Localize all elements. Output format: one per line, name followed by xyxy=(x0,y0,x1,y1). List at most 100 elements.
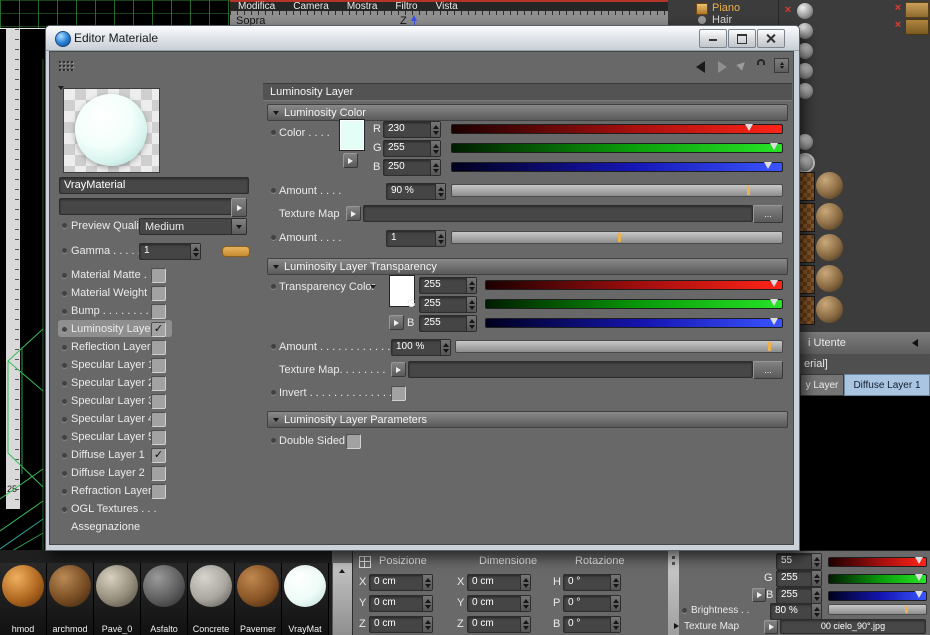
texture-browse-button[interactable]: ... xyxy=(753,205,783,223)
toolbar-grip-handle[interactable] xyxy=(58,60,74,71)
texture-map-field[interactable] xyxy=(363,205,753,222)
coord-x-position[interactable]: 0 cm xyxy=(369,574,433,591)
transparency-amount-spinner[interactable]: 100 % xyxy=(391,339,451,356)
render-disabled-icon[interactable]: × xyxy=(782,4,794,16)
g-spinner[interactable]: 255 xyxy=(383,140,441,157)
coord-p-rotation[interactable]: 0 ° xyxy=(563,595,621,612)
spinner-arrows-icon[interactable] xyxy=(435,231,445,246)
channel-checkbox[interactable] xyxy=(151,286,166,301)
nav-history-icon[interactable] xyxy=(736,59,748,71)
transparency-b-spinner[interactable]: 255 xyxy=(419,315,477,332)
material-sphere-icon[interactable] xyxy=(816,296,843,323)
material-name-field[interactable]: VrayMaterial xyxy=(59,177,249,194)
minimize-button[interactable] xyxy=(699,29,727,48)
channel-checkbox[interactable] xyxy=(151,340,166,355)
channel-checkbox[interactable]: ✓ xyxy=(151,448,166,463)
transparency-dropdown-icon[interactable] xyxy=(370,285,376,289)
spinner-arrows-icon[interactable] xyxy=(430,160,440,175)
brightness-slider[interactable] xyxy=(828,604,927,615)
channel-specular-layer-1[interactable]: Specular Layer 1 xyxy=(58,357,253,374)
sky-b-slider[interactable] xyxy=(828,591,927,601)
material-thumbnail[interactable]: Asfalto xyxy=(141,563,188,635)
tab-luminosity-layer[interactable]: y Layer xyxy=(800,374,844,396)
channel-reflection-layer[interactable]: Reflection Layer xyxy=(58,339,253,356)
close-button[interactable] xyxy=(757,29,785,48)
spinner-arrows-icon[interactable] xyxy=(811,571,821,586)
tab-diffuse-layer-1[interactable]: Diffuse Layer 1 xyxy=(844,374,930,396)
transparency-b-expand-button[interactable] xyxy=(389,315,404,330)
spinner-arrows-icon[interactable] xyxy=(466,316,476,331)
section-luminosity-transparency[interactable]: Luminosity Layer Transparency xyxy=(267,258,788,275)
maximize-button[interactable] xyxy=(728,29,756,48)
channel-bump[interactable]: Bump . . . . . . . . . xyxy=(58,303,253,320)
sky-g-spinner[interactable]: 255 xyxy=(776,570,822,587)
layer-disabled-icon[interactable]: × xyxy=(892,2,904,14)
spinner-arrows-icon[interactable] xyxy=(422,596,432,611)
channel-ogl-textures[interactable]: OGL Textures . . . xyxy=(58,501,253,518)
material-thumbnail-selected[interactable]: VrayMat xyxy=(282,563,329,635)
transparency-texture-expand-button[interactable] xyxy=(391,362,406,377)
material-preview[interactable] xyxy=(63,88,160,173)
sky-g-slider[interactable] xyxy=(828,574,927,584)
spinner-arrows-icon[interactable] xyxy=(811,554,821,569)
transparency-b-slider[interactable] xyxy=(485,318,783,328)
channel-material-matte[interactable]: Material Matte . . xyxy=(58,267,253,284)
spinner-arrows-icon[interactable] xyxy=(466,278,476,293)
spinner-arrows-icon[interactable] xyxy=(422,575,432,590)
layer-disabled-icon[interactable]: × xyxy=(892,19,904,31)
material-state-row[interactable]: × xyxy=(780,3,840,20)
coord-z-position[interactable]: 0 cm xyxy=(369,616,433,633)
shader-path-field[interactable] xyxy=(59,198,233,215)
sky-r-slider[interactable] xyxy=(828,557,927,567)
dialog-titlebar[interactable]: Editor Materiale xyxy=(46,26,799,51)
spinner-arrows-icon[interactable] xyxy=(610,575,620,590)
browser-scrollbar[interactable] xyxy=(332,563,352,635)
texture-filename-field[interactable]: 00 cielo_90°.jpg xyxy=(780,619,926,634)
spinner-arrows-icon[interactable] xyxy=(610,617,620,632)
amount-spinner[interactable]: 90 % xyxy=(386,183,446,200)
transparency-amount-slider[interactable] xyxy=(455,340,783,353)
coord-z-size[interactable]: 0 cm xyxy=(467,616,531,633)
channel-material-weight[interactable]: Material Weight xyxy=(58,285,253,302)
scroll-up-icon[interactable] xyxy=(339,569,345,573)
spinner-arrows-icon[interactable] xyxy=(190,244,200,259)
material-sphere-icon[interactable] xyxy=(816,172,843,199)
texture-expand-button[interactable] xyxy=(764,620,778,634)
dropdown-arrow-button[interactable] xyxy=(231,219,246,234)
material-thumbnail[interactable]: Pavè_0 xyxy=(94,563,141,635)
transparency-r-spinner[interactable]: 255 xyxy=(419,277,477,294)
g-slider[interactable] xyxy=(451,143,783,153)
section-luminosity-parameters[interactable]: Luminosity Layer Parameters xyxy=(267,411,788,428)
b-spinner[interactable]: 250 xyxy=(383,159,441,176)
channel-checkbox[interactable] xyxy=(151,484,166,499)
material-sphere-icon[interactable] xyxy=(797,3,813,19)
brightness-spinner[interactable]: 80 % xyxy=(770,603,822,620)
channel-checkbox[interactable] xyxy=(151,394,166,409)
spinner-arrows-icon[interactable] xyxy=(466,297,476,312)
sky-b-expand-button[interactable] xyxy=(752,588,766,602)
texture-expand-button[interactable] xyxy=(346,206,361,221)
coord-y-position[interactable]: 0 cm xyxy=(369,595,433,612)
r-spinner[interactable]: 230 xyxy=(383,121,441,138)
coord-x-size[interactable]: 0 cm xyxy=(467,574,531,591)
material-sphere-icon[interactable] xyxy=(816,203,843,230)
shader-path-expand-button[interactable] xyxy=(231,198,247,217)
material-sphere-icon[interactable] xyxy=(816,234,843,261)
channel-specular-layer-4[interactable]: Specular Layer 4 xyxy=(58,411,253,428)
channel-checkbox[interactable] xyxy=(151,466,166,481)
spinner-arrows-icon[interactable] xyxy=(520,617,530,632)
r-slider[interactable] xyxy=(451,124,783,134)
double-sided-checkbox[interactable] xyxy=(346,434,361,449)
spinner-arrows-icon[interactable] xyxy=(435,184,445,199)
material-thumbnail[interactable]: archmod xyxy=(47,563,94,635)
channel-checkbox[interactable] xyxy=(151,358,166,373)
channel-checkbox[interactable] xyxy=(151,412,166,427)
coord-b-rotation[interactable]: 0 ° xyxy=(563,616,621,633)
corner-texture-icon[interactable] xyxy=(905,19,929,35)
sky-b-spinner[interactable]: 255 xyxy=(776,587,822,604)
nav-back-icon[interactable] xyxy=(696,61,705,73)
corner-texture-icon[interactable] xyxy=(905,2,929,18)
spinner-arrows-icon[interactable] xyxy=(610,596,620,611)
amount2-slider[interactable] xyxy=(451,231,783,244)
spinner-arrows-icon[interactable] xyxy=(811,588,821,603)
